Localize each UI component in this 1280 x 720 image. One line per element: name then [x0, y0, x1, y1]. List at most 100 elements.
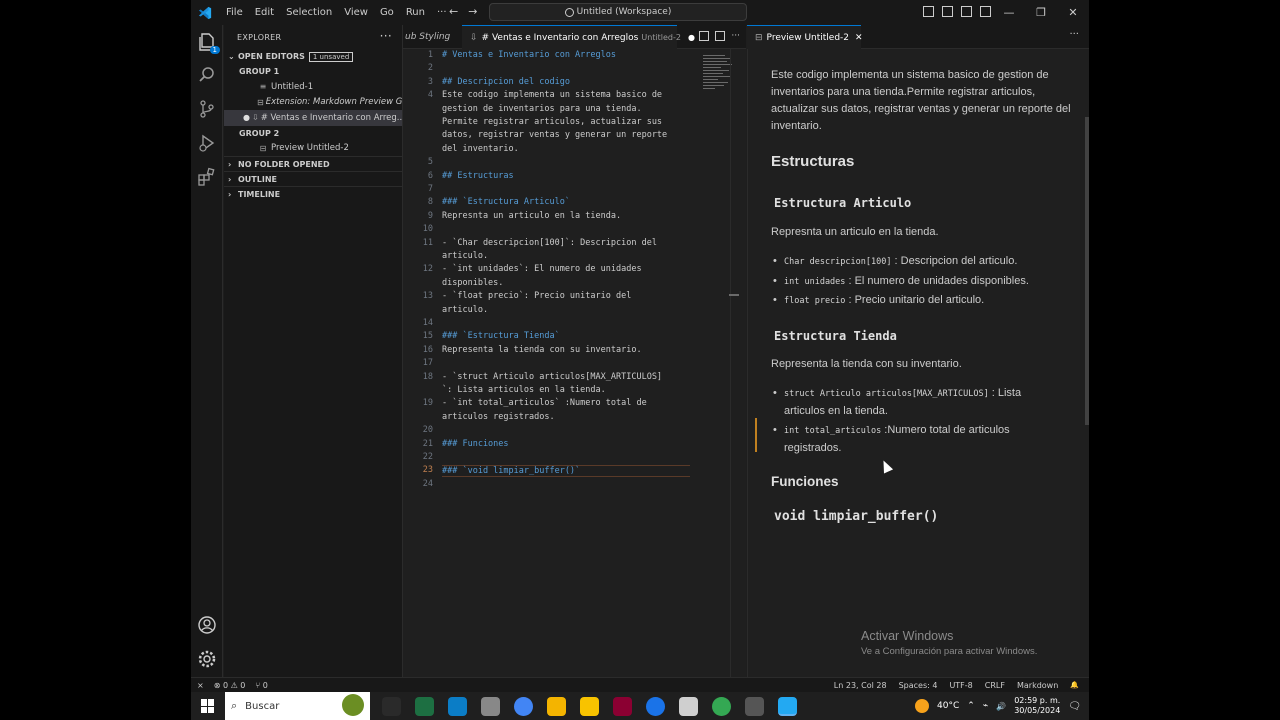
problems-indicator[interactable]: ⊗ 0 ⚠ 0: [214, 681, 246, 690]
tab-preview-untitled-2[interactable]: ⊟ Preview Untitled-2 ✕: [747, 25, 863, 49]
taskbar-app-icon[interactable]: [646, 696, 665, 716]
code-editor[interactable]: 1 # Ventas e Inventario con Arreglos 2 3 ## …: [403, 49, 746, 677]
taskbar-app-icon[interactable]: [415, 696, 434, 716]
menu-run[interactable]: Run: [400, 7, 431, 18]
editor-line[interactable]: 9 Represnta un articulo en la tienda.: [403, 211, 746, 224]
toggle-sidebar-icon[interactable]: [923, 6, 934, 17]
run-debug-icon[interactable]: [197, 133, 217, 153]
close-window-button[interactable]: ✕: [1057, 0, 1089, 25]
open-editors-header[interactable]: ⌄ OPEN EDITORS 1 unsaved: [224, 49, 402, 64]
editor-line[interactable]: 19 - `int total_articulos` :Numero total …: [403, 398, 746, 411]
end-of-line[interactable]: CRLF: [985, 681, 1005, 690]
account-icon[interactable]: [197, 615, 217, 635]
clock[interactable]: 02:59 p. m. 30/05/2024: [1014, 696, 1060, 716]
remote-indicator-icon[interactable]: ⨯: [197, 681, 204, 690]
editor-line[interactable]: 13 - `float precio`: Precio unitario del: [403, 291, 746, 304]
taskbar-search[interactable]: ⌕ Buscar: [225, 692, 370, 720]
editor-line[interactable]: articulo.: [403, 251, 746, 264]
menu-edit[interactable]: Edit: [249, 7, 280, 18]
editor-line[interactable]: 24: [403, 479, 746, 492]
editor-line[interactable]: 16 Representa la tienda con su inventario…: [403, 345, 746, 358]
menu-file[interactable]: File: [220, 7, 249, 18]
tab-extension-partial[interactable]: ub Styling: [403, 25, 461, 49]
taskbar-app-icon[interactable]: [547, 696, 566, 716]
settings-gear-icon[interactable]: [197, 649, 217, 669]
network-icon[interactable]: ⌁: [983, 701, 988, 711]
editor-line[interactable]: disponibles.: [403, 278, 746, 291]
customize-layout-icon[interactable]: [980, 6, 991, 17]
cursor-position[interactable]: Ln 23, Col 28: [834, 681, 887, 690]
preview-scrollbar[interactable]: [1085, 117, 1089, 425]
notifications-bell-icon[interactable]: 🔔: [1070, 681, 1079, 690]
search-view-icon[interactable]: [197, 65, 217, 85]
open-editor-preview[interactable]: ⊟ Preview Untitled-2: [224, 141, 402, 157]
language-mode[interactable]: Markdown: [1017, 681, 1058, 690]
editor-line[interactable]: 21 ### Funciones: [403, 439, 746, 452]
taskbar-app-icon[interactable]: [679, 696, 698, 716]
taskbar-app-icon[interactable]: [382, 696, 401, 716]
open-editor-untitled-1[interactable]: ≡ Untitled-1: [224, 79, 402, 95]
more-actions-icon[interactable]: ···: [731, 31, 740, 41]
weather-sun-icon[interactable]: [915, 699, 929, 713]
group-1-header[interactable]: GROUP 1: [224, 64, 402, 79]
open-preview-icon[interactable]: [699, 31, 710, 41]
editor-line[interactable]: 10: [403, 224, 746, 237]
menu-view[interactable]: View: [338, 7, 374, 18]
explorer-more-icon[interactable]: ···: [380, 29, 392, 43]
no-folder-header[interactable]: › NO FOLDER OPENED: [224, 156, 402, 171]
editor-line[interactable]: datos, registrar ventas y generar un rep…: [403, 130, 746, 143]
close-tab-icon[interactable]: ✕: [855, 33, 863, 43]
editor-line[interactable]: 17: [403, 358, 746, 371]
editor-line[interactable]: articulos registrados.: [403, 412, 746, 425]
open-editor-extension[interactable]: ⊟ Extension: Markdown Preview Gi...: [224, 95, 402, 111]
taskbar-app-icon[interactable]: [580, 696, 599, 716]
encoding[interactable]: UTF-8: [949, 681, 972, 690]
menu-go[interactable]: Go: [374, 7, 400, 18]
editor-line[interactable]: articulo.: [403, 305, 746, 318]
editor-line[interactable]: 12 - `int unidades`: El numero de unidade…: [403, 264, 746, 277]
taskbar-app-icon[interactable]: [514, 696, 533, 716]
ports-indicator[interactable]: ⑂ 0: [255, 681, 267, 690]
tray-chevron-icon[interactable]: ⌃: [967, 701, 975, 711]
notification-center-icon[interactable]: 🗨: [1068, 701, 1081, 712]
windows-start-icon[interactable]: [201, 699, 215, 713]
editor-line[interactable]: 22: [403, 452, 746, 465]
editor-line[interactable]: 23 ### `void limpiar_buffer()`: [403, 465, 746, 478]
restore-button[interactable]: ❐: [1025, 0, 1057, 25]
outline-header[interactable]: › OUTLINE: [224, 171, 402, 186]
forward-arrow-icon[interactable]: →: [468, 5, 477, 18]
editor-line[interactable]: 18 - `struct Articulo articulos[MAX_ARTIC…: [403, 372, 746, 385]
taskbar-app-icon[interactable]: [712, 696, 731, 716]
extensions-icon[interactable]: [197, 167, 217, 187]
editor-line[interactable]: Permite registrar articulos, actualizar …: [403, 117, 746, 130]
editor-line[interactable]: 15 ### `Estructura Tienda`: [403, 331, 746, 344]
taskbar-app-icon[interactable]: [778, 696, 797, 716]
taskbar-app-icon[interactable]: [745, 696, 764, 716]
editor-line[interactable]: 7: [403, 184, 746, 197]
toggle-secondary-sidebar-icon[interactable]: [961, 6, 972, 17]
open-editor-ventas[interactable]: ● ⇩ # Ventas e Inventario con Arreg...: [224, 110, 402, 126]
editor-line[interactable]: 2: [403, 63, 746, 76]
markdown-preview[interactable]: Este codigo implementa un sistema basico…: [747, 49, 1089, 677]
split-editor-icon[interactable]: [715, 31, 726, 41]
timeline-header[interactable]: › TIMELINE: [224, 186, 402, 201]
editor-line[interactable]: 6 ## Estructuras: [403, 171, 746, 184]
back-arrow-icon[interactable]: ←: [449, 5, 458, 18]
editor-line[interactable]: 11 - `Char descripcion[100]`: Descripcion…: [403, 238, 746, 251]
weather-temperature[interactable]: 40°C: [937, 701, 959, 711]
editor-line[interactable]: 14: [403, 318, 746, 331]
source-control-icon[interactable]: [197, 99, 217, 119]
more-actions-icon[interactable]: ···: [1069, 29, 1079, 40]
volume-icon[interactable]: 🔊: [996, 702, 1006, 711]
editor-line[interactable]: 8 ### `Estructura Articulo`: [403, 197, 746, 210]
group-2-header[interactable]: GROUP 2: [224, 126, 402, 141]
toggle-panel-icon[interactable]: [942, 6, 953, 17]
editor-line[interactable]: gestion de inventarios para una tienda.: [403, 104, 746, 117]
editor-line[interactable]: 20: [403, 425, 746, 438]
taskbar-app-icon[interactable]: [448, 696, 467, 716]
explorer-icon[interactable]: 1: [197, 32, 220, 54]
menu-selection[interactable]: Selection: [280, 7, 338, 18]
editor-line[interactable]: del inventario.: [403, 144, 746, 157]
command-center[interactable]: Untitled (Workspace): [489, 3, 747, 21]
indentation[interactable]: Spaces: 4: [899, 681, 938, 690]
